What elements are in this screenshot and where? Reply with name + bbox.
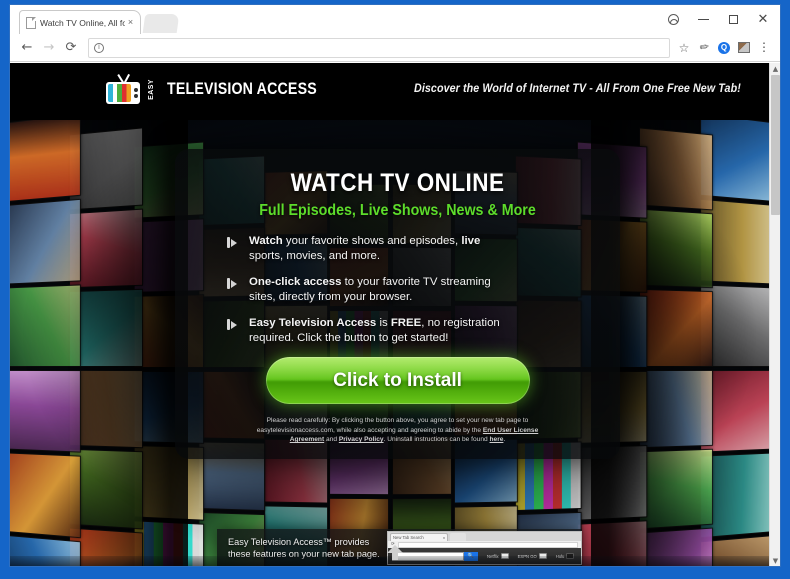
preview-tabstrip: New Tab Search x <box>388 532 581 541</box>
page-viewport: EASY TELEVISION ACCESS Discover the Worl… <box>10 63 780 566</box>
maximize-button[interactable] <box>718 5 748 34</box>
bullet-text: Easy Television Access is FREE, no regis… <box>249 317 500 344</box>
scrollbar-down-arrow-icon[interactable]: ▼ <box>770 555 780 566</box>
preview-tab-close-icon: x <box>443 535 445 540</box>
video-wall-screen <box>638 448 713 529</box>
scrollbar-thumb[interactable] <box>771 75 780 215</box>
address-bar[interactable]: i <box>88 37 670 58</box>
wrench-icon[interactable]: ✐ <box>694 37 714 59</box>
extension-image-icon[interactable] <box>734 37 754 59</box>
preview-tab: New Tab Search x <box>390 533 448 541</box>
video-wall-screen <box>638 208 713 289</box>
bullet-marker-icon <box>227 236 241 249</box>
feature-bullet-list: Watch your favorite shows and episodes, … <box>227 234 502 346</box>
site-header: EASY TELEVISION ACCESS Discover the Worl… <box>10 63 769 120</box>
browser-menu-icon[interactable]: ⋮ <box>754 37 774 59</box>
install-button[interactable]: Click to Install <box>265 357 530 404</box>
logo-name-text: TELEVISION ACCESS <box>166 79 317 98</box>
logo-easy-text: EASY <box>147 78 155 100</box>
page-bottom-bar <box>10 556 769 566</box>
bullet-text: Watch your favorite shows and episodes, … <box>249 235 481 262</box>
bookmark-star-icon[interactable]: ☆ <box>674 37 694 59</box>
bullet-marker-icon <box>227 277 241 290</box>
bullet-marker-icon <box>227 318 241 331</box>
privacy-policy-link[interactable]: Privacy Policy <box>339 436 384 443</box>
video-wall-screen <box>638 289 713 367</box>
back-button[interactable]: ← <box>16 37 38 59</box>
preview-address-bar <box>397 541 578 548</box>
tab-close-icon[interactable]: × <box>125 18 136 27</box>
close-window-button[interactable]: ✕ <box>748 5 778 34</box>
uninstall-here-link[interactable]: here <box>490 436 504 443</box>
site-tagline: Discover the World of Internet TV - All … <box>414 83 741 95</box>
video-wall-column <box>638 125 713 566</box>
browser-toolbar: ← → ⟳ i ☆ ✐ Q ⋮ <box>10 34 780 62</box>
promo-panel: WATCH TV ONLINE Full Episodes, Live Show… <box>175 149 620 459</box>
features-line-1: Easy Television Access™ provides <box>228 537 370 547</box>
feature-bullet: Watch your favorite shows and episodes, … <box>227 234 502 264</box>
video-wall-screen <box>638 369 713 448</box>
page-title: WATCH TV ONLINE <box>290 169 505 197</box>
site-logo[interactable]: EASY TELEVISION ACCESS <box>106 73 341 104</box>
tv-icon <box>106 73 140 104</box>
install-button-wrap: Click to Install <box>175 357 620 404</box>
video-wall-screen <box>10 369 81 452</box>
forward-button[interactable]: → <box>38 37 60 59</box>
video-wall-column <box>10 120 81 566</box>
video-wall-screen <box>10 283 81 367</box>
scrollbar-up-arrow-icon[interactable]: ▲ <box>770 63 780 74</box>
preview-tab-ghost <box>450 533 466 541</box>
extension-blue-icon[interactable]: Q <box>714 37 734 59</box>
page-subtitle: Full Episodes, Live Shows, News & More <box>259 202 536 219</box>
video-wall-screen <box>10 120 81 202</box>
page-scrollbar[interactable]: ▲ ▼ <box>769 63 780 566</box>
video-wall-screen <box>638 127 713 210</box>
site-info-icon[interactable]: i <box>94 42 104 53</box>
tab-title: Watch TV Online, All for <box>40 17 125 28</box>
video-wall-screen <box>10 451 81 538</box>
browser-window: Watch TV Online, All for × ✕ ← → ⟳ i ☆ ✐… <box>9 4 781 567</box>
minimize-button[interactable] <box>688 5 718 34</box>
tab-strip-empty-area[interactable] <box>142 14 180 33</box>
video-wall-screen <box>10 198 81 285</box>
disclaimer-text: Please read carefully: By clicking the b… <box>256 417 539 444</box>
profile-avatar-icon[interactable] <box>658 5 688 34</box>
window-controls: ✕ <box>658 5 778 34</box>
browser-titlebar: Watch TV Online, All for × ✕ <box>10 5 780 34</box>
feature-bullet: Easy Television Access is FREE, no regis… <box>227 316 502 346</box>
preview-tab-title: New Tab Search <box>393 535 424 540</box>
browser-tab[interactable]: Watch TV Online, All for × <box>19 10 141 34</box>
desktop-background: Watch TV Online, All for × ✕ ← → ⟳ i ☆ ✐… <box>0 0 790 579</box>
bullet-text: One-click access to your favorite TV str… <box>249 276 491 303</box>
reload-button[interactable]: ⟳ <box>60 37 82 59</box>
feature-bullet: One-click access to your favorite TV str… <box>227 275 502 305</box>
page-favicon-icon <box>26 16 36 29</box>
